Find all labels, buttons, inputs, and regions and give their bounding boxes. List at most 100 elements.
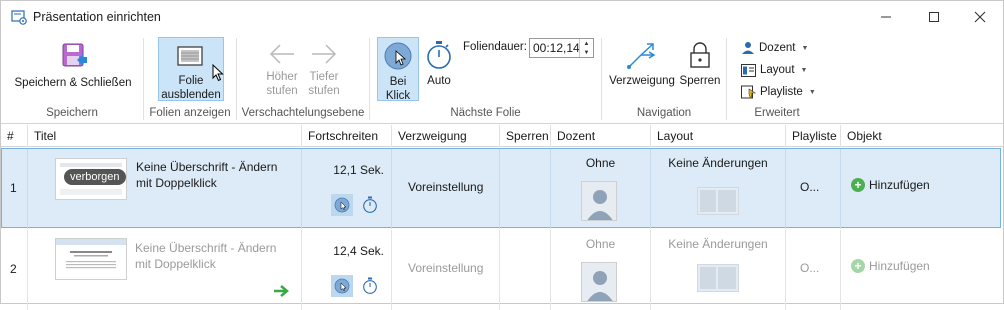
add-object-button[interactable]: + Hinzufügen bbox=[851, 259, 930, 273]
playlist-label: Playliste bbox=[760, 86, 803, 98]
close-button[interactable] bbox=[957, 1, 1003, 33]
presenter-dropdown[interactable]: Dozent ▼ bbox=[741, 38, 808, 58]
maximize-button[interactable] bbox=[911, 1, 957, 33]
stopwatch-icon bbox=[427, 41, 451, 69]
table-row[interactable]: 1 verborgen Keine Überschrift - Ändern m… bbox=[1, 148, 1001, 229]
branching-label: Verzweigung bbox=[609, 75, 675, 87]
title-bar: Präsentation einrichten bbox=[1, 1, 1003, 34]
avatar bbox=[581, 262, 617, 302]
slide-thumbnail[interactable] bbox=[55, 238, 127, 280]
stopwatch-icon[interactable] bbox=[362, 196, 378, 214]
plus-icon: + bbox=[851, 178, 865, 192]
slides-table: # Titel Fortschreiten Verzweigung Sperre… bbox=[1, 125, 1003, 310]
col-header-branching[interactable]: Verzweigung bbox=[392, 125, 500, 147]
layout-label: Layout bbox=[760, 64, 795, 76]
playlist-icon bbox=[741, 85, 756, 99]
advance-on-click-toggle[interactable] bbox=[331, 275, 353, 297]
auto-label: Auto bbox=[427, 75, 451, 87]
col-header-object[interactable]: Objekt bbox=[841, 125, 1003, 147]
col-header-layout[interactable]: Layout bbox=[651, 125, 786, 147]
on-click-label-line1: Bei bbox=[389, 76, 407, 88]
mouse-click-icon bbox=[384, 42, 412, 70]
col-header-number[interactable]: # bbox=[1, 125, 28, 147]
add-object-label: Hinzufügen bbox=[869, 178, 930, 192]
advance-on-click-toggle[interactable] bbox=[331, 194, 353, 216]
group-folien-anzeigen: Folie ausblenden Folien anzeigen bbox=[144, 34, 236, 123]
col-header-playlist[interactable]: Playliste bbox=[786, 125, 841, 147]
slide-number: 1 bbox=[10, 181, 17, 195]
auto-advance-button[interactable]: Auto bbox=[422, 40, 456, 88]
layout-value: Keine Änderungen bbox=[668, 156, 768, 170]
group-label-naechste-folie: Nächste Folie bbox=[450, 107, 521, 119]
lock-label: Sperren bbox=[679, 75, 721, 87]
cell-object: + Hinzufügen bbox=[841, 230, 1001, 310]
group-label-navigation: Navigation bbox=[636, 107, 692, 119]
slide-duration: 12,1 Sek. bbox=[333, 163, 384, 177]
promote-label-line2: stufen bbox=[266, 85, 298, 97]
cell-layout[interactable]: Keine Änderungen bbox=[651, 230, 786, 310]
branching-icon bbox=[627, 43, 656, 69]
lock-button[interactable]: Sperren bbox=[678, 40, 722, 90]
on-click-button[interactable]: Bei Klick bbox=[377, 37, 419, 102]
promote-button[interactable]: Höher stufen bbox=[259, 42, 305, 100]
table-header: # Titel Fortschreiten Verzweigung Sperre… bbox=[1, 125, 1003, 147]
group-label-folien-anzeigen: Folien anzeigen bbox=[149, 107, 231, 119]
spin-up-icon[interactable]: ▲ bbox=[584, 41, 590, 47]
branching-button[interactable]: Verzweigung bbox=[608, 40, 676, 90]
group-label-speichern: Speichern bbox=[46, 107, 98, 119]
hide-slide-label-line2: ausblenden bbox=[161, 89, 221, 101]
setup-presentation-window: Präsentation einrichten Speichern & Schl… bbox=[0, 0, 1004, 310]
maximize-icon bbox=[929, 12, 939, 22]
presenter-value: Ohne bbox=[585, 156, 616, 170]
col-header-lock[interactable]: Sperren bbox=[500, 125, 551, 147]
cell-layout[interactable]: Keine Änderungen bbox=[651, 149, 786, 229]
promote-label-line1: Höher bbox=[266, 71, 298, 83]
plus-icon: + bbox=[851, 259, 865, 273]
cell-playlist[interactable]: O... bbox=[786, 230, 841, 310]
window-title: Präsentation einrichten bbox=[33, 10, 161, 24]
presentation-settings-icon bbox=[11, 10, 27, 25]
branching-value: Voreinstellung bbox=[408, 180, 484, 194]
arrow-right-icon bbox=[312, 44, 337, 64]
layout-preview-icon bbox=[697, 264, 739, 292]
person-icon bbox=[742, 42, 754, 54]
col-header-title[interactable]: Titel bbox=[28, 125, 302, 147]
demote-button[interactable]: Tiefer stufen bbox=[301, 42, 347, 100]
playlist-value: O... bbox=[800, 261, 820, 275]
slide-thumbnail-image bbox=[56, 239, 126, 279]
cell-branching[interactable]: Voreinstellung bbox=[392, 149, 500, 229]
slide-duration-input[interactable]: 00:12,14 ▲ ▼ bbox=[529, 38, 594, 58]
layout-value: Keine Änderungen bbox=[668, 237, 768, 251]
cell-playlist[interactable]: O... bbox=[786, 149, 841, 229]
duration-spinner[interactable]: ▲ ▼ bbox=[579, 39, 593, 57]
on-click-label-line2: Klick bbox=[385, 90, 411, 102]
playlist-value: O... bbox=[800, 180, 820, 194]
cell-progress: 12,4 Sek. bbox=[302, 230, 392, 310]
minimize-icon bbox=[881, 16, 891, 18]
col-header-progress[interactable]: Fortschreiten bbox=[302, 125, 392, 147]
demote-label-line2: stufen bbox=[308, 85, 340, 97]
save-and-close-button[interactable]: Speichern & Schließen bbox=[11, 40, 135, 96]
cell-presenter[interactable]: Ohne bbox=[551, 149, 651, 229]
group-erweitert: Dozent ▼ Layout ▼ Playliste ▼ Erweitert bbox=[727, 34, 827, 123]
group-speichern: Speichern & Schließen Speichern bbox=[1, 34, 143, 123]
layout-dropdown[interactable]: Layout ▼ bbox=[741, 60, 807, 80]
table-row[interactable]: 2 Keine Überschrift - Ändern mit Doppelk… bbox=[1, 230, 1001, 310]
group-label-erweitert: Erweitert bbox=[754, 107, 800, 119]
playlist-dropdown[interactable]: Playliste ▼ bbox=[741, 82, 816, 102]
mouse-cursor-icon bbox=[212, 64, 224, 82]
group-naechste-folie: Bei Klick Auto Foliendauer: 00:12,14 ▲ ▼ bbox=[370, 34, 601, 123]
cell-lock[interactable] bbox=[500, 149, 551, 229]
cell-lock[interactable] bbox=[500, 230, 551, 310]
cell-presenter[interactable]: Ohne bbox=[551, 230, 651, 310]
minimize-button[interactable] bbox=[863, 1, 909, 33]
spin-down-icon[interactable]: ▼ bbox=[584, 50, 590, 56]
cell-branching[interactable]: Voreinstellung bbox=[392, 230, 500, 310]
mouse-click-icon bbox=[334, 278, 350, 294]
cell-progress: 12,1 Sek. bbox=[302, 149, 392, 229]
stopwatch-icon[interactable] bbox=[362, 277, 378, 295]
col-header-presenter[interactable]: Dozent bbox=[551, 125, 651, 147]
add-object-button[interactable]: + Hinzufügen bbox=[851, 178, 930, 192]
hidden-badge: verborgen bbox=[64, 169, 126, 185]
group-verschachtelungsebene: Höher stufen Tiefer stufen Verschachtelu… bbox=[237, 34, 369, 123]
